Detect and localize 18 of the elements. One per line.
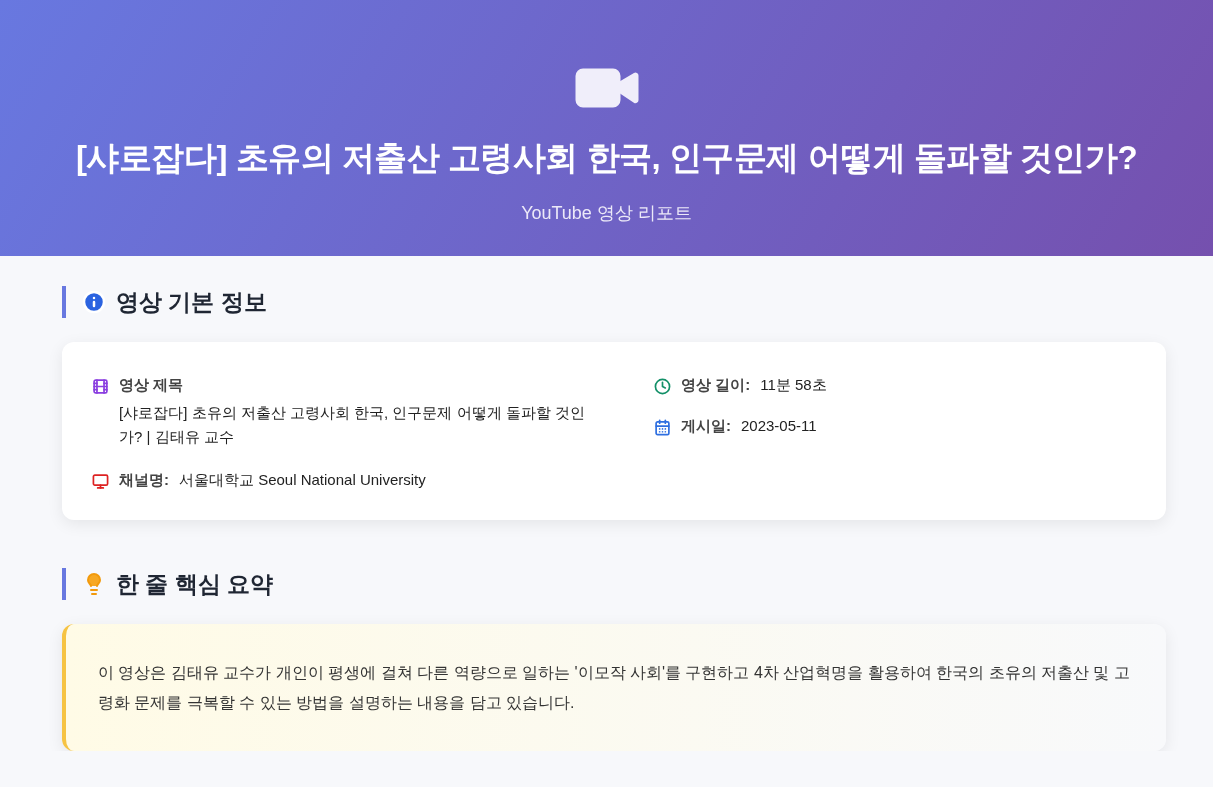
- summary-text: 이 영상은 김태유 교수가 개인이 평생에 걸쳐 다른 역량으로 일하는 '이모작 사회'를 구현하고 4차 산업혁명을 활용하여 한국의 초유의 저출산 및 고령화 문제를 극복할 수 있는 방법을 설명하는 내용을 담고 있습니다.: [98, 663, 1131, 713]
- clock-icon: [654, 378, 671, 395]
- section-heading: 한 줄 핵심 요약: [116, 569, 274, 599]
- field-value: [샤로잡다] 초유의 저출산 고령사회 한국, 인구문제 어떻게 돌파할 것인가? | 김태유 교수: [119, 403, 586, 447]
- page-title: [샤로잡다] 초유의 저출산 고령사회 한국, 인구문제 어떻게 돌파할 것인가?: [75, 138, 1138, 178]
- field-value: 2023-05-11: [741, 417, 817, 435]
- calendar-icon: [654, 419, 671, 436]
- field-value: 서울대학교 Seoul National University: [179, 471, 426, 489]
- field-label: 게시일:: [681, 417, 731, 436]
- field-label: 영상 길이:: [681, 376, 751, 395]
- section-heading: 영상 기본 정보: [116, 287, 267, 317]
- film-icon: [92, 378, 109, 395]
- field-value: 11분 58초: [760, 376, 827, 394]
- field-label: 영상 제목: [119, 376, 185, 395]
- page-subtitle: YouTube 영상 리포트: [521, 202, 692, 225]
- field-label: 채널명:: [119, 471, 169, 490]
- info-icon: [82, 290, 106, 314]
- monitor-icon: [92, 473, 109, 490]
